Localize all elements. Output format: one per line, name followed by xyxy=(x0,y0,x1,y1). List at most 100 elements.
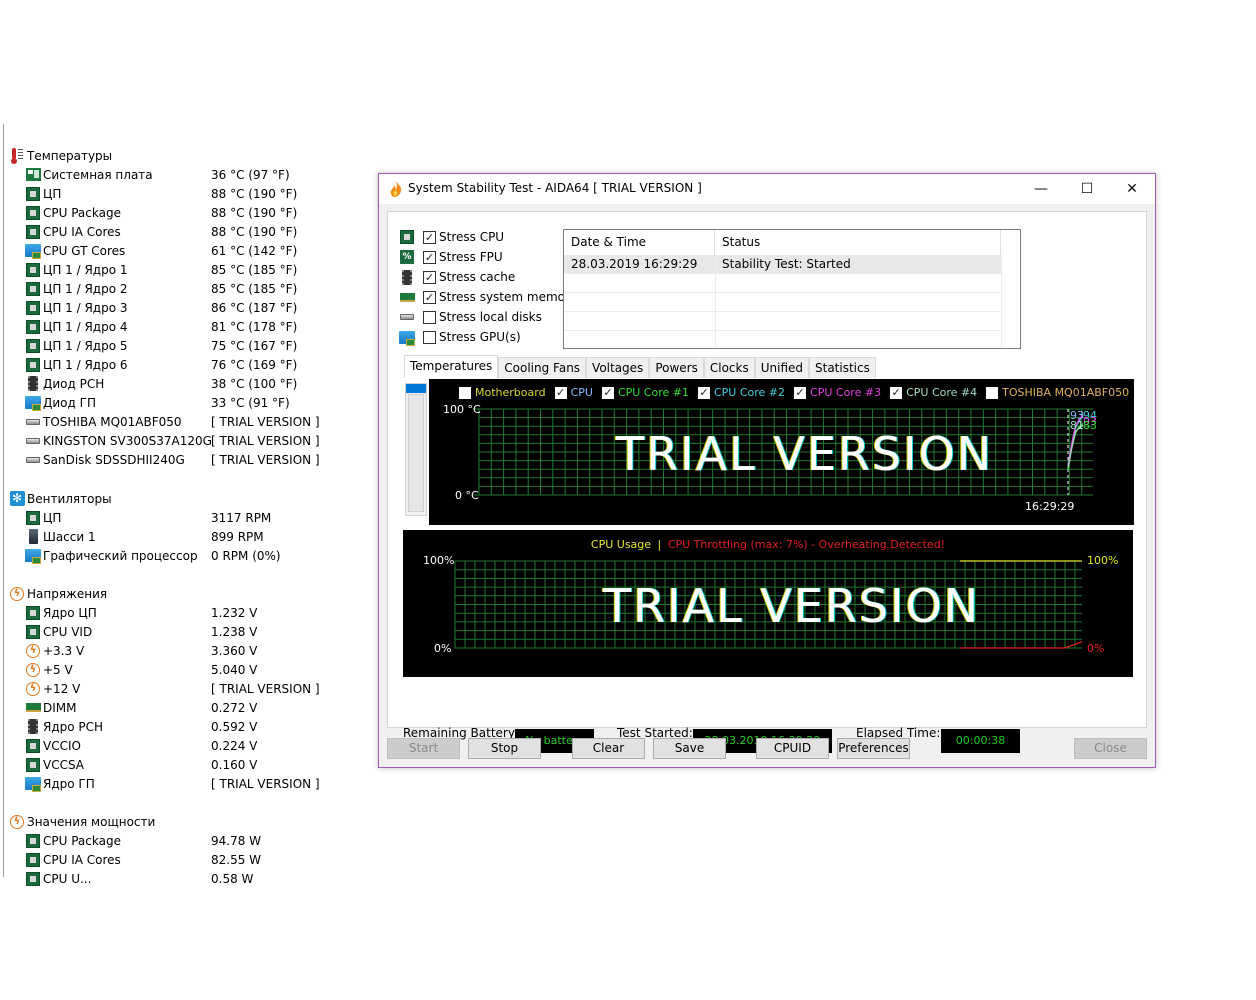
sensor-row[interactable]: ЦП 1 / Ядро 1 85 °C (185 °F) xyxy=(25,260,325,279)
sensor-row[interactable]: CPU Package 88 °C (190 °F) xyxy=(25,203,325,222)
sensor-row[interactable]: ЦП 1 / Ядро 3 86 °C (187 °F) xyxy=(25,298,325,317)
legend-item-cpu[interactable]: ✓ CPU xyxy=(554,386,593,399)
minimize-button[interactable]: — xyxy=(1018,174,1064,204)
maximize-button[interactable]: ☐ xyxy=(1064,174,1110,204)
series-end-value: 83 xyxy=(1083,419,1097,432)
legend-item-toshiba-mq01abf050[interactable]: TOSHIBA MQ01ABF050 xyxy=(986,386,1129,399)
sensor-row[interactable]: ЦП 1 / Ядро 4 81 °C (178 °F) xyxy=(25,317,325,336)
legend-item-cpu-core-3[interactable]: ✓ CPU Core #3 xyxy=(794,386,881,399)
sensor-label: CPU U... xyxy=(43,871,92,886)
sensor-group-header[interactable]: Температуры xyxy=(9,146,112,165)
close-window-button[interactable]: ✕ xyxy=(1109,174,1155,204)
sensor-row[interactable]: CPU IA Cores 82.55 W xyxy=(25,850,325,869)
sensor-row[interactable]: CPU GT Cores 61 °C (142 °F) xyxy=(25,241,325,260)
checkbox[interactable]: ✓ xyxy=(423,270,436,284)
sensor-row[interactable]: ЦП 3117 RPM xyxy=(25,508,325,527)
legend-checkbox[interactable]: ✓ xyxy=(794,386,807,399)
cache-chip-icon xyxy=(402,269,412,285)
sensor-value: 88 °C (190 °F) xyxy=(211,186,298,201)
close-button[interactable]: Close xyxy=(1074,738,1147,759)
tab-statistics[interactable]: Statistics xyxy=(809,357,876,378)
legend-checkbox[interactable]: ✓ xyxy=(601,386,614,399)
sensor-row[interactable]: ЦП 1 / Ядро 2 85 °C (185 °F) xyxy=(25,279,325,298)
sensor-row[interactable]: CPU U... 0.58 W xyxy=(25,869,325,888)
tab-clocks[interactable]: Clocks xyxy=(703,357,755,378)
tab-cooling-fans[interactable]: Cooling Fans xyxy=(498,357,587,378)
save-button[interactable]: Save xyxy=(653,738,726,759)
sensor-row[interactable]: Системная плата 36 °C (97 °F) xyxy=(25,165,325,184)
window-titlebar[interactable]: System Stability Test - AIDA64 [ TRIAL V… xyxy=(379,174,1155,204)
sensor-row[interactable]: ϟ +5 V 5.040 V xyxy=(25,660,325,679)
stress-option-stress-system-memory[interactable]: ✓ Stress system memory xyxy=(399,287,577,307)
legend-checkbox[interactable]: ✓ xyxy=(697,386,710,399)
stress-option-label: Stress local disks xyxy=(439,310,542,324)
scrollbar-thumb[interactable] xyxy=(406,384,426,393)
sensor-row[interactable]: ЦП 88 °C (190 °F) xyxy=(25,184,325,203)
tab-powers[interactable]: Powers xyxy=(649,357,704,378)
stress-option-stress-cpu[interactable]: ✓ Stress CPU xyxy=(399,227,504,247)
sensor-row[interactable]: Ядро PCH 0.592 V xyxy=(25,717,325,736)
log-row[interactable] xyxy=(564,293,1002,312)
stress-option-stress-local-disks[interactable]: Stress local disks xyxy=(399,307,542,327)
sensor-row[interactable]: KINGSTON SV300S37A120G[ TRIAL VERSION ] xyxy=(25,431,325,450)
stop-button[interactable]: Stop xyxy=(468,738,541,759)
sensor-row[interactable]: TOSHIBA MQ01ABF050 [ TRIAL VERSION ] xyxy=(25,412,325,431)
stress-option-stress-fpu[interactable]: % ✓ Stress FPU xyxy=(399,247,503,267)
tab-unified[interactable]: Unified xyxy=(754,357,809,378)
sensor-row[interactable]: Диод PCH 38 °C (100 °F) xyxy=(25,374,325,393)
stress-option-stress-cache[interactable]: ✓ Stress cache xyxy=(399,267,515,287)
sensor-row[interactable]: Диод ГП 33 °C (91 °F) xyxy=(25,393,325,412)
log-table[interactable]: Date & Time Status 28.03.2019 16:29:29 St… xyxy=(563,229,1021,349)
sensor-row[interactable]: CPU IA Cores 88 °C (190 °F) xyxy=(25,222,325,241)
sensor-row[interactable]: ЦП 1 / Ядро 6 76 °C (169 °F) xyxy=(25,355,325,374)
legend-checkbox[interactable]: ✓ xyxy=(890,386,903,399)
log-row[interactable] xyxy=(564,274,1002,293)
legend-item-motherboard[interactable]: Motherboard xyxy=(459,386,546,399)
sensor-row[interactable]: CPU VID 1.238 V xyxy=(25,622,325,641)
start-button[interactable]: Start xyxy=(387,738,460,759)
legend-checkbox[interactable] xyxy=(986,386,999,399)
tab-voltages[interactable]: Voltages xyxy=(586,357,650,378)
sensor-label: +12 V xyxy=(43,681,81,696)
disk-icon xyxy=(400,314,414,320)
sensor-group-header[interactable]: ✻ Вентиляторы xyxy=(9,489,112,508)
stress-option-stress-gpu-s[interactable]: Stress GPU(s) xyxy=(399,327,521,347)
legend-checkbox[interactable] xyxy=(459,386,471,399)
sensor-row[interactable]: Графический процессор 0 RPM (0%) xyxy=(25,546,325,565)
cpuid-button[interactable]: CPUID xyxy=(756,738,829,759)
sensor-row[interactable]: Ядро ЦП 1.232 V xyxy=(25,603,325,622)
sensor-row[interactable]: SanDisk SDSSDHII240G [ TRIAL VERSION ] xyxy=(25,450,325,469)
sensor-row[interactable]: Шасси 1 899 RPM xyxy=(25,527,325,546)
column-header-datetime[interactable]: Date & Time xyxy=(564,230,715,255)
legend-item-cpu-core-4[interactable]: ✓ CPU Core #4 xyxy=(890,386,977,399)
scrollbar-track[interactable] xyxy=(408,394,424,512)
clear-button[interactable]: Clear xyxy=(572,738,645,759)
sensor-list-scrollbar[interactable] xyxy=(405,383,427,516)
sensor-row[interactable]: ϟ +3.3 V 3.360 V xyxy=(25,641,325,660)
checkbox[interactable] xyxy=(423,310,436,324)
sensor-row[interactable]: CPU Package 94.78 W xyxy=(25,831,325,850)
log-row[interactable]: 28.03.2019 16:29:29 Stability Test: Start… xyxy=(564,255,1002,274)
sensor-row[interactable]: VCCIO 0.224 V xyxy=(25,736,325,755)
sensor-row[interactable]: VCCSA 0.160 V xyxy=(25,755,325,774)
sensor-row[interactable]: Ядро ГП [ TRIAL VERSION ] xyxy=(25,774,325,793)
checkbox[interactable]: ✓ xyxy=(423,290,436,304)
checkbox[interactable]: ✓ xyxy=(423,250,436,264)
log-row[interactable] xyxy=(564,331,1002,348)
checkbox[interactable] xyxy=(423,330,436,344)
sensor-value: 82.55 W xyxy=(211,852,262,867)
sensor-group-header[interactable]: ϟ Напряжения xyxy=(9,584,107,603)
legend-item-cpu-core-2[interactable]: ✓ CPU Core #2 xyxy=(697,386,785,399)
sensor-group-header[interactable]: ϟ Значения мощности xyxy=(9,812,155,831)
sensor-row[interactable]: ЦП 1 / Ядро 5 75 °C (167 °F) xyxy=(25,336,325,355)
legend-checkbox[interactable]: ✓ xyxy=(554,386,567,399)
sensor-label: VCCSA xyxy=(43,757,85,772)
log-row[interactable] xyxy=(564,312,1002,331)
sensor-row[interactable]: DIMM 0.272 V xyxy=(25,698,325,717)
column-header-status[interactable]: Status xyxy=(715,230,1001,255)
tab-temperatures[interactable]: Temperatures xyxy=(404,355,499,378)
sensor-row[interactable]: ϟ +12 V [ TRIAL VERSION ] xyxy=(25,679,325,698)
preferences-button[interactable]: Preferences xyxy=(837,738,910,759)
checkbox[interactable]: ✓ xyxy=(423,230,436,244)
legend-item-cpu-core-1[interactable]: ✓ CPU Core #1 xyxy=(601,386,689,399)
